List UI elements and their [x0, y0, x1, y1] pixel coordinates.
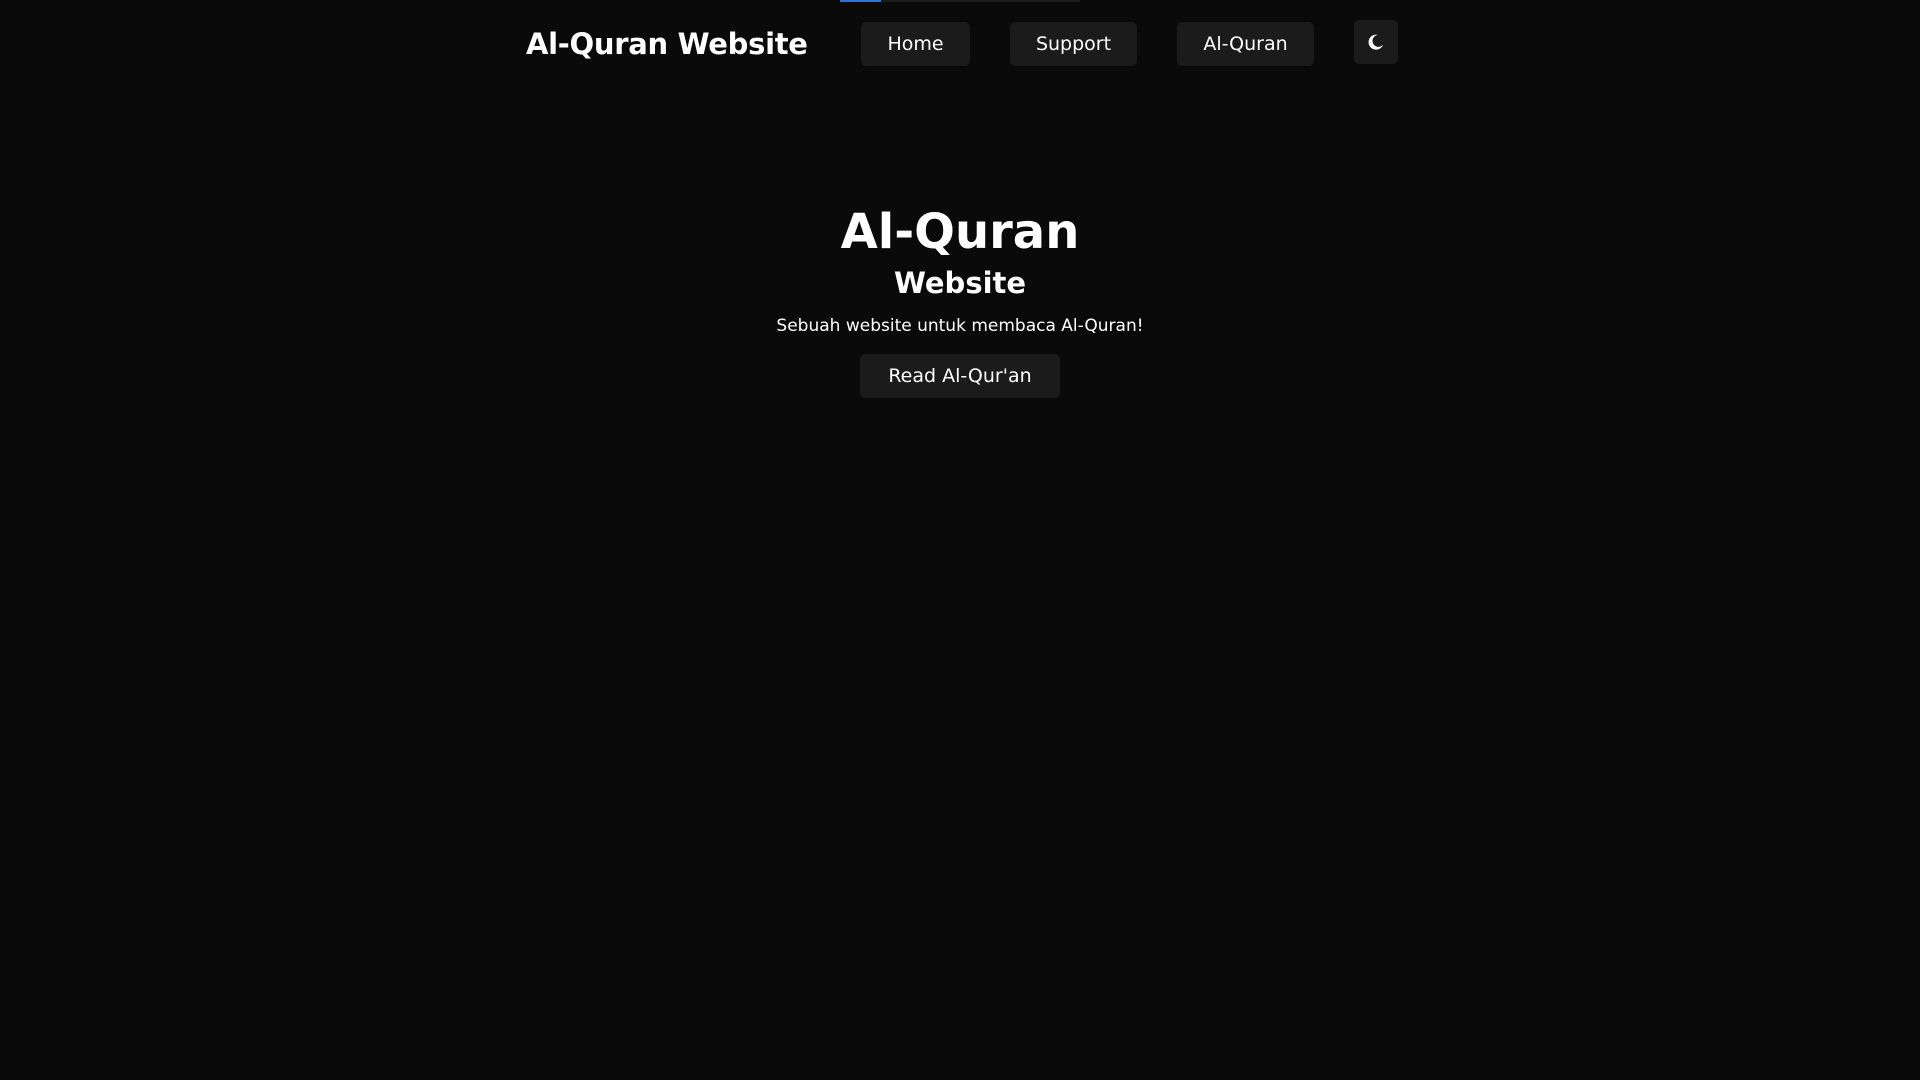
- moon-icon: [1368, 34, 1384, 50]
- hero-title: Al-Quran: [840, 204, 1080, 260]
- nav-home-link[interactable]: Home: [861, 22, 970, 66]
- theme-toggle-button[interactable]: [1354, 20, 1398, 64]
- hero-subtitle: Website: [893, 266, 1027, 300]
- page: Al-Quran Website Home Support Al-Quran A…: [0, 0, 1920, 1080]
- nav-support-link[interactable]: Support: [1010, 22, 1137, 66]
- read-al-quran-button[interactable]: Read Al-Qur'an: [860, 354, 1060, 398]
- brand-logo-text[interactable]: Al-Quran Website: [526, 24, 808, 64]
- hero-description: Sebuah website untuk membaca Al-Quran!: [776, 316, 1144, 336]
- hero-section: Al-Quran Website Sebuah website untuk me…: [0, 200, 1920, 398]
- nav-al-quran-link[interactable]: Al-Quran: [1177, 22, 1314, 66]
- navbar: Al-Quran Website Home Support Al-Quran: [0, 0, 1920, 88]
